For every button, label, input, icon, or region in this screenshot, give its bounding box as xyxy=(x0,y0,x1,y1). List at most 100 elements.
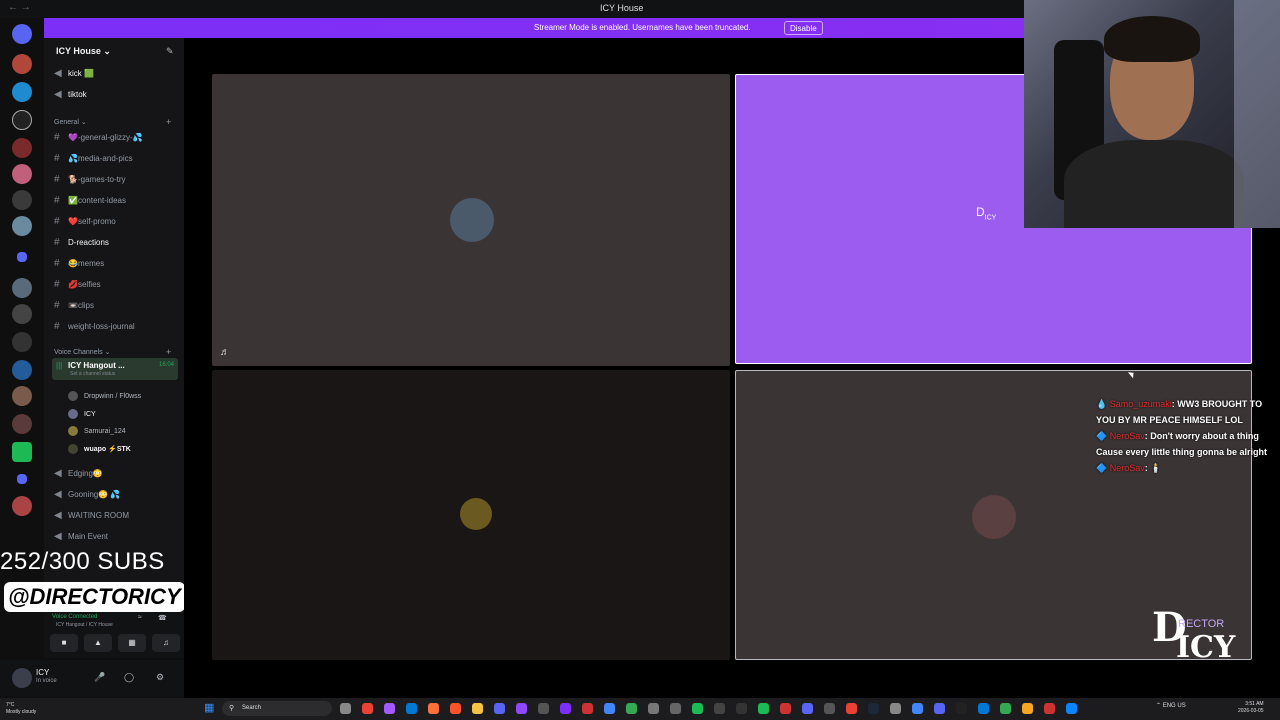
settings-gear-icon[interactable]: ⚙ xyxy=(156,672,164,683)
server-icon[interactable] xyxy=(12,110,32,130)
text-channel[interactable]: # 💜-general-glizzy-💦 xyxy=(54,128,180,146)
server-icon[interactable] xyxy=(12,332,32,352)
text-channel-unread[interactable]: # D-reactions xyxy=(54,233,180,251)
app-icon[interactable] xyxy=(824,703,835,714)
app-icon[interactable] xyxy=(604,703,615,714)
screen-share-button[interactable]: ▲ xyxy=(84,634,112,652)
speaker-icon: ◀ xyxy=(54,67,62,79)
disconnect-icon[interactable]: ☎ xyxy=(158,614,167,622)
system-tray[interactable]: ⌃ ENG US xyxy=(1156,702,1186,709)
text-channel[interactable]: # 💋selfies xyxy=(54,275,180,293)
voice-user[interactable]: Samurai_124 xyxy=(68,424,126,438)
voice-user[interactable]: wuapo ⚡STK xyxy=(68,442,131,456)
app-icon[interactable] xyxy=(648,703,659,714)
kick-icon[interactable] xyxy=(12,442,32,462)
server-icon[interactable] xyxy=(12,54,32,74)
app-icon[interactable] xyxy=(538,703,549,714)
taskbar-search[interactable]: ⚲ Search xyxy=(222,701,332,716)
server-icon[interactable] xyxy=(12,82,32,102)
app-icon[interactable] xyxy=(1066,703,1077,714)
headphones-icon[interactable]: ◯ xyxy=(124,672,134,683)
server-name[interactable]: ICY House ⌄ xyxy=(56,46,111,57)
task-view-icon[interactable] xyxy=(340,703,351,714)
brave-icon[interactable] xyxy=(450,703,461,714)
voice-user[interactable]: ICY xyxy=(68,407,96,421)
app-icon[interactable] xyxy=(714,703,725,714)
server-icon[interactable] xyxy=(12,496,32,516)
participant-tile[interactable]: ♬ xyxy=(212,74,730,366)
active-voice-channel[interactable]: ||| ICY Hangout ... 16:04 Set a channel … xyxy=(52,358,178,380)
app-icon[interactable] xyxy=(758,703,769,714)
text-channel[interactable]: # ❤️self-promo xyxy=(54,212,180,230)
discord-icon[interactable] xyxy=(494,703,505,714)
server-icon[interactable] xyxy=(12,138,32,158)
app-icon[interactable] xyxy=(1000,703,1011,714)
twitch-icon[interactable] xyxy=(516,703,527,714)
x-icon[interactable] xyxy=(956,703,967,714)
app-icon[interactable] xyxy=(626,703,637,714)
signal-icon[interactable]: ≈ xyxy=(138,614,142,621)
category-general[interactable]: General ⌄ + xyxy=(54,117,171,127)
voice-channel[interactable]: ◀ WAITING ROOM xyxy=(54,506,180,524)
app-icon[interactable] xyxy=(846,703,857,714)
hash-icon: # xyxy=(54,131,60,143)
edge-icon[interactable] xyxy=(406,703,417,714)
voice-channel-kick[interactable]: ◀ kick 🟩 xyxy=(54,64,180,82)
server-icon[interactable] xyxy=(12,414,32,434)
firefox-icon[interactable] xyxy=(428,703,439,714)
server-icon[interactable] xyxy=(12,216,32,236)
search-icon: ⚲ xyxy=(229,705,235,712)
app-icon[interactable] xyxy=(780,703,791,714)
folder-icon[interactable] xyxy=(17,252,27,262)
server-icon[interactable] xyxy=(12,360,32,380)
nav-arrows[interactable]: ← → xyxy=(8,2,31,13)
voice-channel[interactable]: ◀ Gooning😳 💦 xyxy=(54,485,180,503)
voice-user[interactable]: Dropwinn / Fl0wss xyxy=(68,389,141,403)
app-icon[interactable] xyxy=(802,703,813,714)
discord-home-icon[interactable] xyxy=(12,24,32,44)
microphone-icon[interactable]: 🎤 xyxy=(94,672,105,683)
chrome-icon[interactable] xyxy=(362,703,373,714)
app-icon[interactable] xyxy=(384,703,395,714)
add-member-icon[interactable]: ✎ xyxy=(166,46,176,56)
spotify-icon[interactable] xyxy=(692,703,703,714)
steam-icon[interactable] xyxy=(868,703,879,714)
text-channel[interactable]: # 😂memes xyxy=(54,254,180,272)
weather-widget[interactable]: 7°C Mostly cloudy xyxy=(6,702,36,716)
category-voice[interactable]: Voice Channels ⌄ + xyxy=(54,347,171,357)
server-icon[interactable] xyxy=(12,386,32,406)
obs-icon[interactable] xyxy=(582,703,593,714)
app-icon[interactable] xyxy=(736,703,747,714)
text-channel[interactable]: # 💦media-and-pics xyxy=(54,149,180,167)
disable-button[interactable]: Disable xyxy=(784,21,823,35)
app-icon[interactable] xyxy=(912,703,923,714)
text-channel[interactable]: # 🐕-games-to-try xyxy=(54,170,180,188)
avatar[interactable] xyxy=(12,668,32,688)
soundboard-button[interactable]: ♫ xyxy=(152,634,180,652)
voice-channel[interactable]: ◀ Edging😳 xyxy=(54,464,180,482)
app-icon[interactable] xyxy=(934,703,945,714)
activities-button[interactable]: ▦ xyxy=(118,634,146,652)
app-icon[interactable] xyxy=(670,703,681,714)
app-icon[interactable] xyxy=(560,703,571,714)
server-icon[interactable] xyxy=(12,304,32,324)
server-icon[interactable] xyxy=(12,278,32,298)
file-explorer-icon[interactable] xyxy=(472,703,483,714)
app-icon[interactable] xyxy=(890,703,901,714)
folder-icon[interactable] xyxy=(17,474,27,484)
text-channel[interactable]: # 📼clips xyxy=(54,296,180,314)
voice-channel[interactable]: ◀ Main Event xyxy=(54,527,180,545)
app-icon[interactable] xyxy=(1022,703,1033,714)
clock[interactable]: 3:51 AM 2026-03-05 xyxy=(1238,701,1264,715)
server-icon[interactable] xyxy=(12,190,32,210)
app-icon[interactable] xyxy=(978,703,989,714)
app-icon[interactable] xyxy=(1044,703,1055,714)
camera-off-button[interactable]: ■ xyxy=(50,634,78,652)
server-icon[interactable] xyxy=(12,164,32,184)
windows-start-icon[interactable]: ▦ xyxy=(204,702,216,714)
participant-tile[interactable] xyxy=(212,370,730,660)
windows-taskbar: 7°C Mostly cloudy ▦ ⚲ Search ⌃ ENG US 3:5… xyxy=(0,698,1280,720)
voice-channel-tiktok[interactable]: ◀ tiktok xyxy=(54,85,180,103)
text-channel[interactable]: # ✅content-ideas xyxy=(54,191,180,209)
text-channel[interactable]: # weight-loss-journal xyxy=(54,317,180,335)
